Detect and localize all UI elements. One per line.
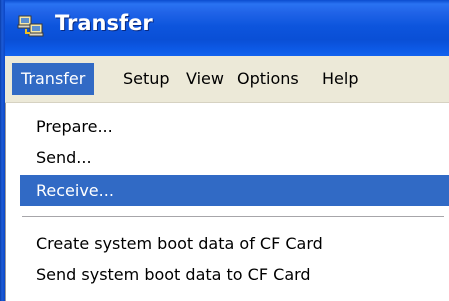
- menu-item-create-boot-data[interactable]: Create system boot data of CF Card: [20, 228, 449, 259]
- menu-item-send[interactable]: Send...: [20, 142, 449, 173]
- menu-item-receive[interactable]: Receive...: [20, 175, 449, 206]
- menu-item-send-boot-data[interactable]: Send system boot data to CF Card: [20, 259, 449, 290]
- transfer-icon: [17, 15, 44, 37]
- menu-transfer[interactable]: Transfer: [12, 63, 95, 95]
- menu-view[interactable]: View: [177, 63, 233, 95]
- menu-setup[interactable]: Setup: [114, 63, 179, 95]
- menu-item-prepare[interactable]: Prepare...: [20, 111, 449, 142]
- menu-bar: Transfer Setup View Options Help: [5, 56, 449, 103]
- transfer-dropdown-menu: Prepare... Send... Receive... Create sys…: [5, 103, 449, 301]
- menu-help[interactable]: Help: [313, 63, 367, 95]
- menu-options[interactable]: Options: [228, 63, 308, 95]
- menu-separator: [22, 216, 444, 218]
- transfer-window: Transfer Transfer Setup View Options Hel…: [0, 0, 449, 301]
- title-bar[interactable]: Transfer: [0, 0, 449, 56]
- window-title: Transfer: [55, 11, 153, 35]
